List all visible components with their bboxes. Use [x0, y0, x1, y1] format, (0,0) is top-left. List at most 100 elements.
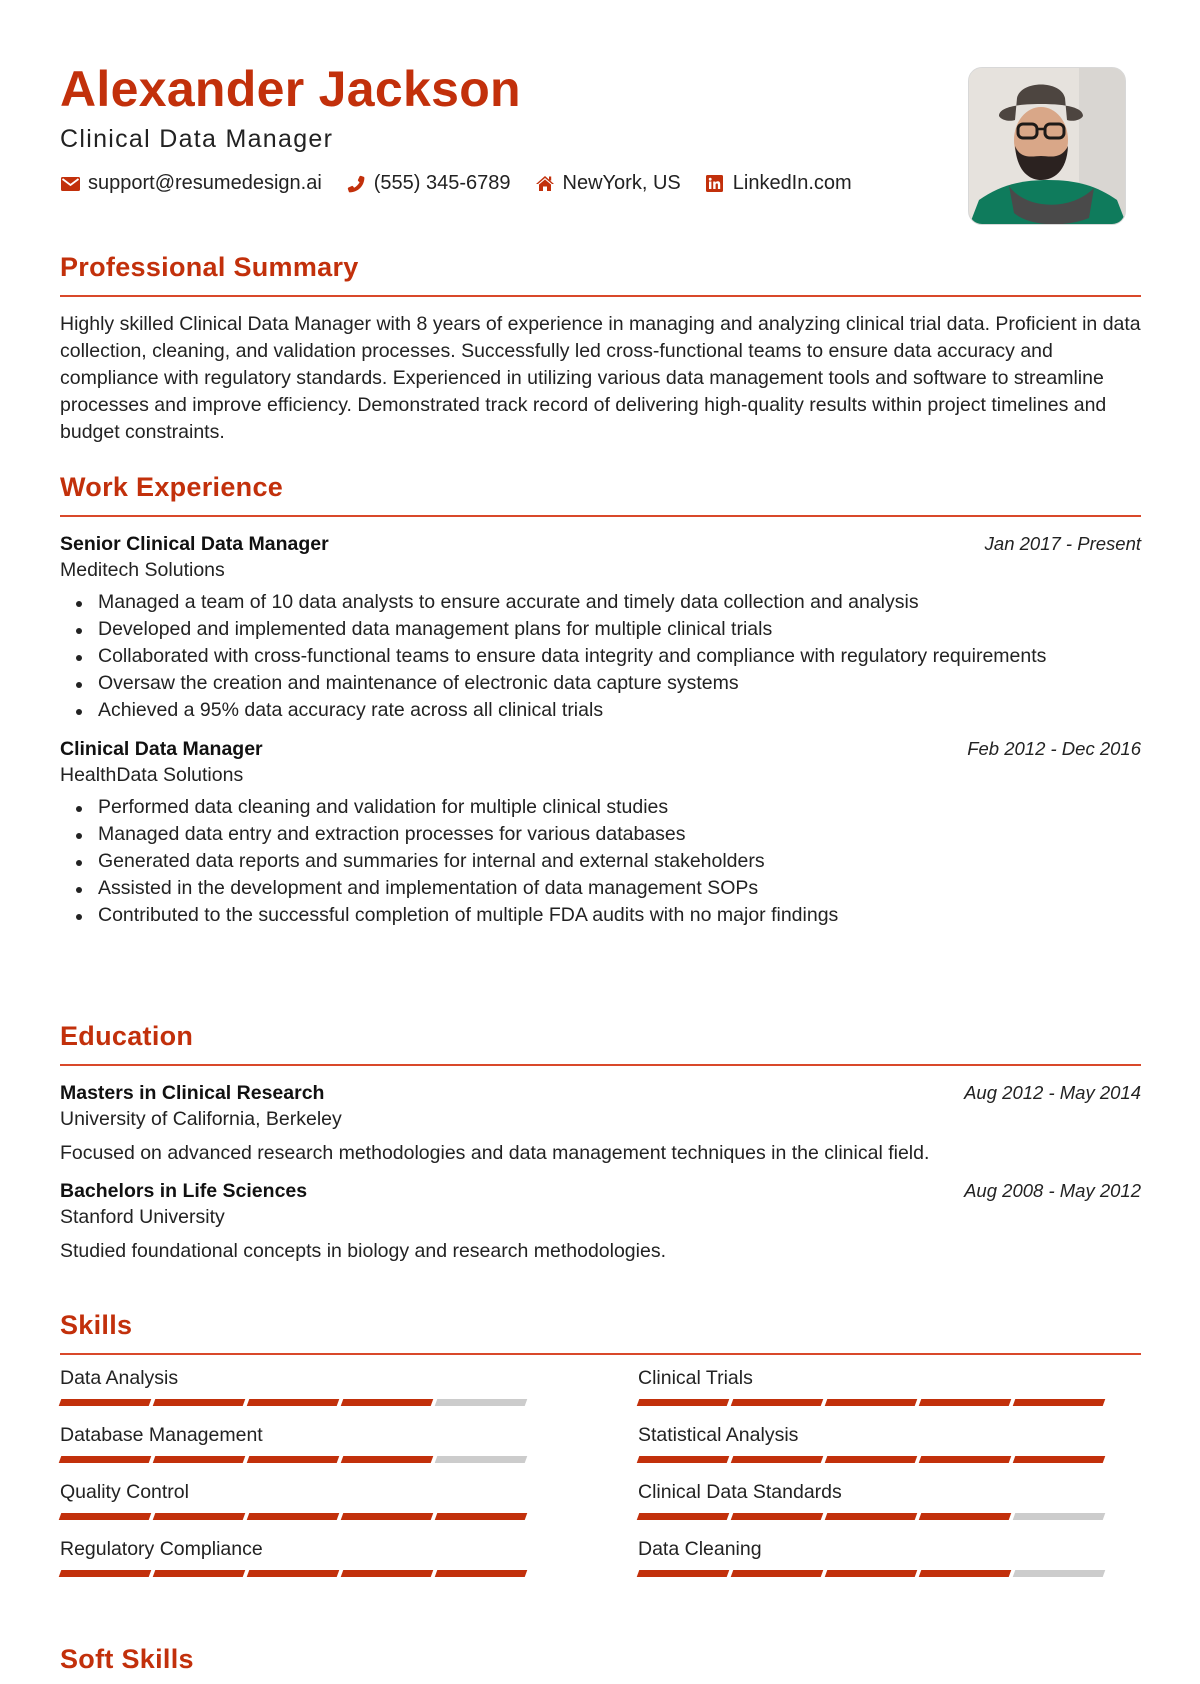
job-bullet: Managed data entry and extraction proces…: [60, 821, 1141, 848]
skills-heading: Skills: [60, 1310, 133, 1340]
job-bullet: Achieved a 95% data accuracy rate across…: [60, 697, 1141, 724]
skill-name: Data Analysis: [60, 1367, 179, 1389]
education-description: Studied foundational concepts in biology…: [60, 1240, 666, 1262]
school-name: Stanford University: [60, 1206, 225, 1228]
contact-phone-text: (555) 345-6789: [373, 172, 511, 194]
skill-segment-filled: [340, 1399, 434, 1406]
resume-header: Alexander Jackson Clinical Data Manager …: [60, 0, 1141, 240]
job-bullet: Assisted in the development and implemen…: [60, 875, 1141, 902]
job-title: Senior Clinical Data Manager: [60, 533, 329, 555]
job-bullet: Managed a team of 10 data analysts to en…: [60, 589, 1141, 616]
skill-rating-bar: [58, 1456, 562, 1463]
skill-segment-filled: [918, 1399, 1012, 1406]
job-company: Meditech Solutions: [60, 559, 225, 581]
education-section: Education Masters in Clinical Research A…: [60, 1023, 1141, 1264]
skill-segment-filled: [340, 1570, 434, 1577]
skill-segment-filled: [730, 1513, 824, 1520]
skill-rating-bar: [58, 1513, 562, 1520]
job-dates: Feb 2012 - Dec 2016: [967, 738, 1141, 759]
skill-segment-filled: [918, 1570, 1012, 1577]
job-bullets: Managed a team of 10 data analysts to en…: [60, 589, 1141, 724]
skill-segment-filled: [918, 1513, 1012, 1520]
skill-segment-filled: [730, 1570, 824, 1577]
skill-segment-filled: [1012, 1399, 1106, 1406]
skill-item: Data Cleaning: [636, 1536, 1140, 1577]
summary-heading: Professional Summary: [60, 252, 359, 282]
skill-item: Regulatory Compliance: [58, 1536, 562, 1577]
contact-linkedin[interactable]: LinkedIn.com: [705, 172, 852, 195]
skill-segment-filled: [824, 1456, 918, 1463]
skill-segment-filled: [824, 1399, 918, 1406]
skill-name: Data Cleaning: [638, 1538, 762, 1560]
skill-segment-empty: [1012, 1570, 1106, 1577]
contact-location-text: NewYork, US: [562, 172, 681, 194]
section-divider: [60, 515, 1141, 517]
skill-segment-filled: [246, 1456, 340, 1463]
school-name: University of California, Berkeley: [60, 1108, 342, 1130]
education-heading: Education: [60, 1021, 194, 1051]
experience-heading: Work Experience: [60, 472, 284, 502]
skill-segment-empty: [1012, 1513, 1106, 1520]
job-title: Clinical Data Manager: [60, 738, 263, 760]
skill-segment-filled: [58, 1570, 152, 1577]
candidate-title: Clinical Data Manager: [60, 125, 334, 153]
skill-rating-bar: [636, 1399, 1140, 1406]
skill-segment-filled: [58, 1399, 152, 1406]
skill-item: Statistical Analysis: [636, 1422, 1140, 1463]
skill-segment-filled: [152, 1399, 246, 1406]
job-bullet: Collaborated with cross-functional teams…: [60, 643, 1141, 670]
skill-segment-empty: [434, 1399, 528, 1406]
skill-segment-filled: [434, 1570, 528, 1577]
contact-location: NewYork, US: [535, 172, 681, 195]
skill-name: Database Management: [60, 1424, 263, 1446]
skill-item: Data Analysis: [58, 1365, 562, 1406]
skill-name: Regulatory Compliance: [60, 1538, 263, 1560]
skill-item: Clinical Trials: [636, 1365, 1140, 1406]
education-dates: Aug 2012 - May 2014: [964, 1082, 1141, 1103]
skill-segment-filled: [340, 1513, 434, 1520]
skill-segment-filled: [246, 1399, 340, 1406]
section-divider: [60, 1064, 1141, 1066]
skill-segment-filled: [636, 1456, 730, 1463]
section-divider: [60, 295, 1141, 297]
education-description: Focused on advanced research methodologi…: [60, 1142, 930, 1164]
education-entry: Masters in Clinical Research Aug 2012 - …: [60, 1080, 1141, 1166]
contact-phone[interactable]: (555) 345-6789: [346, 172, 511, 195]
resume-page: Alexander Jackson Clinical Data Manager …: [58, 0, 1141, 1673]
soft-skills-heading: Soft Skills: [60, 1644, 194, 1674]
skill-segment-filled: [58, 1456, 152, 1463]
skill-segment-filled: [636, 1570, 730, 1577]
skill-name: Clinical Data Standards: [638, 1481, 842, 1503]
envelope-icon: [60, 174, 80, 194]
contact-linkedin-text: LinkedIn.com: [732, 172, 852, 194]
job-bullet: Contributed to the successful completion…: [60, 902, 1141, 929]
skill-segment-filled: [152, 1456, 246, 1463]
skill-segment-filled: [824, 1570, 918, 1577]
soft-skills-section: Soft Skills: [60, 1646, 1141, 1673]
skill-segment-filled: [152, 1513, 246, 1520]
candidate-name: Alexander Jackson: [60, 61, 521, 117]
skill-segment-filled: [824, 1513, 918, 1520]
summary-section: Professional Summary Highly skilled Clin…: [60, 254, 1141, 446]
home-icon: [535, 174, 555, 194]
linkedin-icon: [705, 174, 725, 194]
education-dates: Aug 2008 - May 2012: [964, 1180, 1141, 1201]
degree-title: Masters in Clinical Research: [60, 1082, 325, 1104]
skill-segment-filled: [636, 1399, 730, 1406]
skill-rating-bar: [636, 1456, 1140, 1463]
skill-segment-filled: [636, 1513, 730, 1520]
experience-section: Work Experience Senior Clinical Data Man…: [60, 474, 1141, 929]
skill-segment-filled: [246, 1570, 340, 1577]
skill-item: Database Management: [58, 1422, 562, 1463]
skill-rating-bar: [58, 1570, 562, 1577]
skill-segment-filled: [152, 1570, 246, 1577]
contact-email[interactable]: support@resumedesign.ai: [60, 172, 322, 195]
skill-segment-empty: [434, 1456, 528, 1463]
skills-grid: Data Analysis Clinical Trials Database Man…: [58, 1355, 1141, 1595]
job-bullets: Performed data cleaning and validation f…: [60, 794, 1141, 929]
contact-email-text: support@resumedesign.ai: [88, 172, 322, 194]
job-bullet: Oversaw the creation and maintenance of …: [60, 670, 1141, 697]
skill-segment-filled: [58, 1513, 152, 1520]
job-bullet: Developed and implemented data managemen…: [60, 616, 1141, 643]
job-company: HealthData Solutions: [60, 764, 244, 786]
